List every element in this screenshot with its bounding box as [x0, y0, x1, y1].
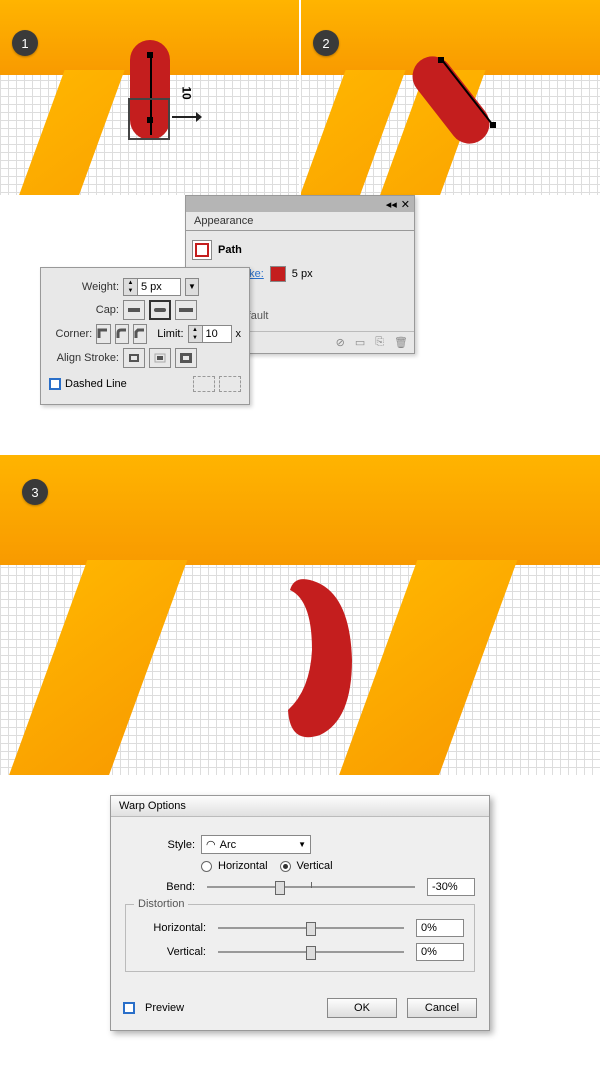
- bend-value[interactable]: -30%: [427, 878, 475, 896]
- trash-icon[interactable]: 🗑: [394, 336, 408, 349]
- limit-input[interactable]: [203, 326, 231, 342]
- align-outside-icon[interactable]: [175, 348, 197, 368]
- bend-label: Bend:: [125, 881, 195, 893]
- ok-button[interactable]: OK: [327, 998, 397, 1018]
- distortion-group: Distortion Horizontal: 0% Vertical: 0: [125, 904, 475, 972]
- panels-area: ◂◂ ✕ Appearance Path ◉ ▶ Stroke: 5 px ty…: [0, 195, 600, 455]
- align-inside-icon[interactable]: [149, 348, 171, 368]
- panel-header[interactable]: ◂◂ ✕: [186, 196, 414, 212]
- corner-bevel-icon[interactable]: [133, 324, 147, 344]
- no-icon[interactable]: ⊘: [336, 336, 345, 349]
- duplicate-icon[interactable]: ⎘: [375, 336, 384, 349]
- preview-checkbox[interactable]: [123, 1002, 135, 1014]
- cap-label: Cap:: [49, 304, 119, 316]
- cap-butt-icon[interactable]: [123, 300, 145, 320]
- style-value: Arc: [220, 839, 237, 851]
- object-swatch[interactable]: [192, 240, 212, 260]
- dist-v-slider[interactable]: [218, 944, 404, 960]
- path-label: Path: [218, 244, 242, 256]
- weight-label: Weight:: [49, 281, 119, 293]
- new-fx-icon[interactable]: ▭: [355, 336, 365, 349]
- warp-options-dialog[interactable]: Warp Options Style: ◠ Arc ▼ Horizontal V…: [110, 795, 490, 1031]
- limit-unit: x: [236, 328, 242, 340]
- vertical-radio[interactable]: [280, 861, 291, 872]
- warp-dialog-area: Warp Options Style: ◠ Arc ▼ Horizontal V…: [0, 775, 600, 1061]
- cap-square-icon[interactable]: [175, 300, 197, 320]
- dash-preserve-icon[interactable]: [193, 376, 215, 392]
- dist-h-value[interactable]: 0%: [416, 919, 464, 937]
- cancel-button[interactable]: Cancel: [407, 998, 477, 1018]
- distortion-legend: Distortion: [134, 898, 188, 910]
- collapse-icon[interactable]: ◂◂: [386, 198, 397, 211]
- align-stroke-label: Align Stroke:: [49, 352, 119, 364]
- arrow-right-icon: [172, 110, 202, 124]
- stroke-panel[interactable]: Weight: ▲▼ ▼ Cap: Corner: Limit: ▲▼ x: [40, 267, 250, 405]
- stroke-color-swatch[interactable]: [270, 266, 286, 282]
- corner-round-icon[interactable]: [115, 324, 129, 344]
- step-badge-1: 1: [12, 30, 38, 56]
- dash-align-icon[interactable]: [219, 376, 241, 392]
- dist-h-slider[interactable]: [218, 920, 404, 936]
- dist-v-value[interactable]: 0%: [416, 943, 464, 961]
- step-2-canvas: 2: [301, 0, 600, 195]
- dashed-line-checkbox[interactable]: [49, 378, 61, 390]
- step-3-canvas: 3: [0, 455, 600, 775]
- horizontal-label: Horizontal: [218, 860, 268, 872]
- style-label: Style:: [125, 839, 195, 851]
- step-badge-3: 3: [22, 479, 48, 505]
- corner-label: Corner:: [49, 328, 92, 340]
- appearance-tab[interactable]: Appearance: [186, 212, 414, 231]
- dist-v-label: Vertical:: [136, 946, 206, 958]
- weight-input[interactable]: [138, 279, 180, 295]
- size-annotation: 10: [180, 86, 194, 99]
- dialog-title: Warp Options: [111, 796, 489, 817]
- stroke-size: 5 px: [292, 268, 313, 280]
- cap-round-icon[interactable]: [149, 300, 171, 320]
- vertical-label: Vertical: [297, 860, 333, 872]
- weight-stepper[interactable]: ▲▼: [123, 278, 181, 296]
- dist-h-label: Horizontal:: [136, 922, 206, 934]
- bend-slider[interactable]: [207, 879, 415, 895]
- arc-icon: ◠: [206, 838, 216, 851]
- dashed-line-label: Dashed Line: [65, 378, 127, 390]
- limit-stepper[interactable]: ▲▼: [188, 325, 232, 343]
- red-warped-shape: [270, 570, 380, 750]
- step-1-canvas: 10 1 思缘设计论坛 WWW.MISSYUAN.COM: [0, 0, 299, 195]
- align-center-icon[interactable]: [123, 348, 145, 368]
- limit-label: Limit:: [157, 328, 183, 340]
- corner-miter-icon[interactable]: [96, 324, 110, 344]
- horizontal-radio[interactable]: [201, 861, 212, 872]
- style-select[interactable]: ◠ Arc ▼: [201, 835, 311, 854]
- step-badge-2: 2: [313, 30, 339, 56]
- tutorial-row-1: 10 1 思缘设计论坛 WWW.MISSYUAN.COM 2: [0, 0, 600, 195]
- preview-label: Preview: [145, 1002, 184, 1014]
- weight-dropdown[interactable]: ▼: [185, 278, 199, 296]
- close-icon[interactable]: ✕: [401, 198, 410, 211]
